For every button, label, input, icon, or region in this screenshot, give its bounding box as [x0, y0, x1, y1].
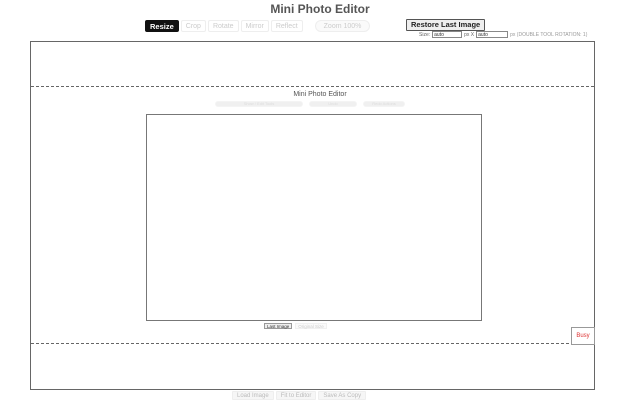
tool-mirror-button[interactable]: Mirror [240, 20, 269, 32]
tool-crop-button[interactable]: Crop [180, 20, 206, 32]
save-as-copy-button[interactable]: Save As Copy [318, 391, 367, 400]
inner-toolbar: Show / Edit Tools Undo Redo Actions [215, 101, 405, 107]
width-input[interactable] [432, 31, 463, 38]
zoom-button[interactable]: Zoom 100% [314, 20, 371, 32]
original-size-button[interactable]: Original Size [295, 323, 327, 329]
undo-button[interactable]: Undo [309, 101, 357, 107]
fit-to-editor-button[interactable]: Fit to Editor [275, 391, 317, 400]
tool-toolbar: Resize Crop Rotate Mirror Reflect Zoom 1… [145, 19, 371, 33]
busy-indicator: Busy [571, 327, 595, 345]
canvas-actions: Last Image Original Size [264, 323, 327, 329]
size-height-label: px X [464, 31, 475, 38]
editor-title: Mini Photo Editor [293, 91, 347, 98]
load-image-button[interactable]: Load Image [232, 391, 274, 400]
tool-rotate-button[interactable]: Rotate [207, 20, 239, 32]
redo-button[interactable]: Redo Actions [363, 101, 405, 107]
size-row: Size: px X px (DOUBLE TOOL ROTATION: 1) [419, 31, 587, 38]
edit-tools-button[interactable]: Show / Edit Tools [215, 101, 303, 107]
size-width-label: Size: [419, 31, 431, 38]
restore-last-image-button[interactable]: Restore Last Image [406, 19, 486, 31]
bottom-toolbar: Load Image Fit to Editor Save As Copy [232, 391, 367, 400]
last-image-button[interactable]: Last Image [264, 323, 293, 329]
tool-resize-button[interactable]: Resize [145, 20, 179, 32]
size-hint: px (DOUBLE TOOL ROTATION: 1) [510, 31, 588, 38]
image-canvas[interactable] [146, 114, 482, 321]
app-title: Mini Photo Editor [270, 2, 370, 16]
height-input[interactable] [476, 31, 509, 38]
tool-reflect-button[interactable]: Reflect [270, 20, 303, 32]
